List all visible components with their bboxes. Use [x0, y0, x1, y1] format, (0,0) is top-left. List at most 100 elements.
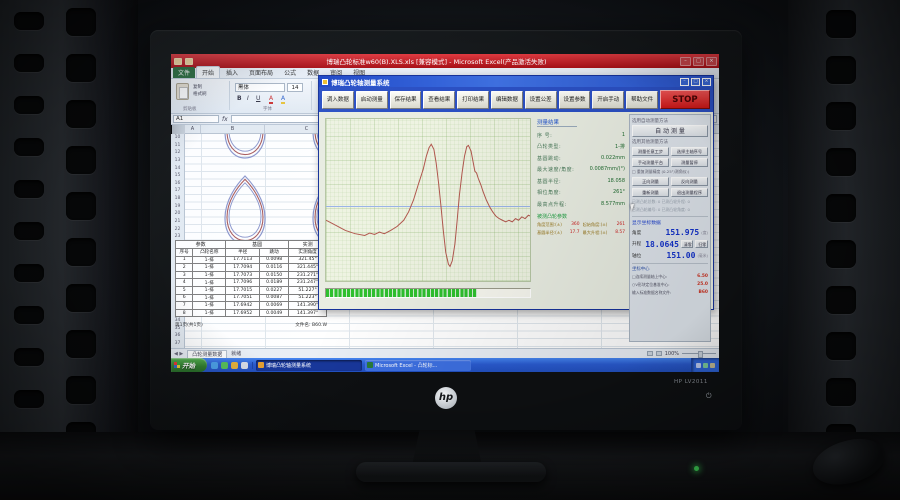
rack-slot: [826, 332, 856, 360]
italic-button[interactable]: I: [247, 95, 249, 102]
measurement-title: 博瑞凸轮轴测量系统: [331, 77, 680, 87]
ribbon-tab-2[interactable]: 插入: [221, 67, 243, 78]
ctl-button-b-0-1[interactable]: 反向测量: [671, 177, 708, 186]
table-cell: 141.397°: [289, 309, 327, 317]
zoom-slider[interactable]: [682, 353, 716, 354]
row-number[interactable]: 17: [171, 187, 184, 195]
toolbar-button-7[interactable]: 设置参数: [559, 91, 591, 109]
power-button[interactable]: ⏻: [706, 392, 712, 401]
minimize-button[interactable]: –: [680, 78, 689, 86]
desktop-icon[interactable]: [241, 362, 248, 369]
ribbon-tab-1[interactable]: 开始: [196, 66, 220, 78]
media-icon[interactable]: [221, 362, 228, 369]
save-icon[interactable]: [174, 58, 182, 65]
column-header[interactable]: A: [185, 125, 201, 133]
undo-icon[interactable]: [185, 58, 193, 65]
table-cell: 7: [176, 302, 193, 310]
table-cell: 1-排: [193, 309, 226, 317]
stop-button[interactable]: STOP: [660, 90, 710, 109]
rack-slot: [14, 180, 44, 198]
row-number[interactable]: 22: [171, 226, 184, 234]
ctl-button-b-1-0[interactable]: 重新测量: [632, 188, 669, 197]
rack-slot: [826, 194, 856, 222]
ctl-button-a-0-1[interactable]: 选择主轴序号: [671, 147, 708, 156]
row-number[interactable]: 20: [171, 210, 184, 218]
row-number[interactable]: 14: [171, 165, 184, 173]
sheet-tab-bar: ◀ ▶ 凸轮测量数据 就绪 100%: [171, 348, 719, 358]
ribbon-tab-0[interactable]: 文件: [173, 67, 195, 78]
result-row: 序 号:1: [537, 132, 625, 139]
toolbar-button-5[interactable]: 编辑数据: [491, 91, 523, 109]
toolbar-button-8[interactable]: 开启手动: [592, 91, 624, 109]
column-header[interactable]: B: [201, 125, 265, 133]
row-number[interactable]: 10: [171, 134, 184, 142]
row-number[interactable]: 12: [171, 149, 184, 157]
font-name-select[interactable]: 黑体: [235, 83, 285, 92]
row-number[interactable]: 19: [171, 203, 184, 211]
ctl-button-a-1-0[interactable]: 手动测量平台: [632, 158, 669, 167]
view-normal-icon[interactable]: [647, 351, 653, 356]
rack-slot: [14, 264, 44, 282]
ctl-button-b-0-0[interactable]: 正向测量: [632, 177, 669, 186]
measurement-title-bar: 博瑞凸轮轴测量系统 – □ ×: [319, 76, 713, 87]
disabled-counter-row: 已测凸轮总数: 0 已测凸轮升程: 0: [632, 199, 708, 205]
readout-button[interactable]: 清零: [681, 240, 694, 248]
toolbar-button-4[interactable]: 打印结果: [457, 91, 489, 109]
tray-icon[interactable]: [696, 363, 701, 368]
toolbar-button-2[interactable]: 保存结果: [390, 91, 422, 109]
ctl-button-a-1-1[interactable]: 测量暂停: [671, 158, 708, 167]
format-painter-label[interactable]: 格式刷: [193, 91, 207, 97]
ie-icon[interactable]: [211, 362, 218, 369]
tray-icon[interactable]: [710, 363, 715, 368]
row-number[interactable]: 13: [171, 157, 184, 165]
view-layout-icon[interactable]: [656, 351, 662, 356]
param-row: 最大升程:(±)8.57: [583, 230, 626, 236]
row-number[interactable]: 36: [171, 332, 184, 340]
result-label: 最大速度/角度:: [537, 166, 574, 173]
close-button[interactable]: ×: [702, 78, 711, 86]
row-number[interactable]: 21: [171, 218, 184, 226]
toolbar-button-0[interactable]: 调入数据: [322, 91, 354, 109]
param-label: 起始角度:(±): [583, 222, 608, 228]
paste-icon[interactable]: [176, 83, 189, 100]
windows-logo-icon: [174, 362, 180, 368]
font-size-select[interactable]: 14: [287, 83, 303, 92]
ribbon-tab-4[interactable]: 公式: [279, 67, 301, 78]
row-number[interactable]: 15: [171, 172, 184, 180]
tray-icon[interactable]: [703, 363, 708, 368]
fill-color-button[interactable]: A: [281, 95, 285, 104]
start-button[interactable]: 开始: [171, 358, 207, 372]
task-button[interactable]: Microsoft Excel - 凸轮标...: [365, 360, 471, 371]
table-cell: 8: [176, 309, 193, 317]
copy-label[interactable]: 复制: [193, 84, 202, 90]
folder-icon[interactable]: [231, 362, 238, 369]
row-number[interactable]: 16: [171, 180, 184, 188]
toolbar-button-9[interactable]: 帮助文件: [626, 91, 658, 109]
toolbar-button-1[interactable]: 启动测量: [356, 91, 388, 109]
bold-button[interactable]: B: [237, 95, 242, 102]
sheet-nav-icons[interactable]: ◀ ▶: [174, 351, 183, 357]
ctl-button-b-1-1[interactable]: 退出测量程序: [671, 188, 708, 197]
row-number[interactable]: 11: [171, 142, 184, 150]
auto-measure-button[interactable]: 自 动 测 量: [632, 125, 708, 137]
name-box[interactable]: A1: [173, 115, 219, 123]
task-button[interactable]: 博瑞凸轮轴测量系统: [256, 360, 362, 371]
maximize-button[interactable]: □: [691, 78, 700, 86]
readout-row: 轴位151.00(毫米): [632, 251, 708, 260]
lift-curve-chart: [325, 118, 531, 282]
toolbar-button-6[interactable]: 设置公差: [525, 91, 557, 109]
close-button[interactable]: ×: [706, 57, 717, 66]
ctl-button-a-0-0[interactable]: 测量任意工步: [632, 147, 669, 156]
minimize-button[interactable]: –: [680, 57, 691, 66]
sheet-tab[interactable]: 凸轮测量数据: [187, 350, 227, 358]
row-number[interactable]: 37: [171, 340, 184, 348]
readout-button[interactable]: 归零: [695, 240, 708, 248]
font-color-button[interactable]: A: [269, 95, 273, 104]
excel-title: 博瑞凸轮标准w60(B).XLS.xls [兼容模式] - Microsoft …: [193, 56, 680, 66]
toolbar-button-3[interactable]: 查看结果: [423, 91, 455, 109]
result-value: 1-排: [615, 143, 625, 150]
underline-button[interactable]: U: [256, 95, 260, 102]
maximize-button[interactable]: □: [693, 57, 704, 66]
ribbon-tab-3[interactable]: 页面布局: [244, 67, 278, 78]
row-number[interactable]: 18: [171, 195, 184, 203]
